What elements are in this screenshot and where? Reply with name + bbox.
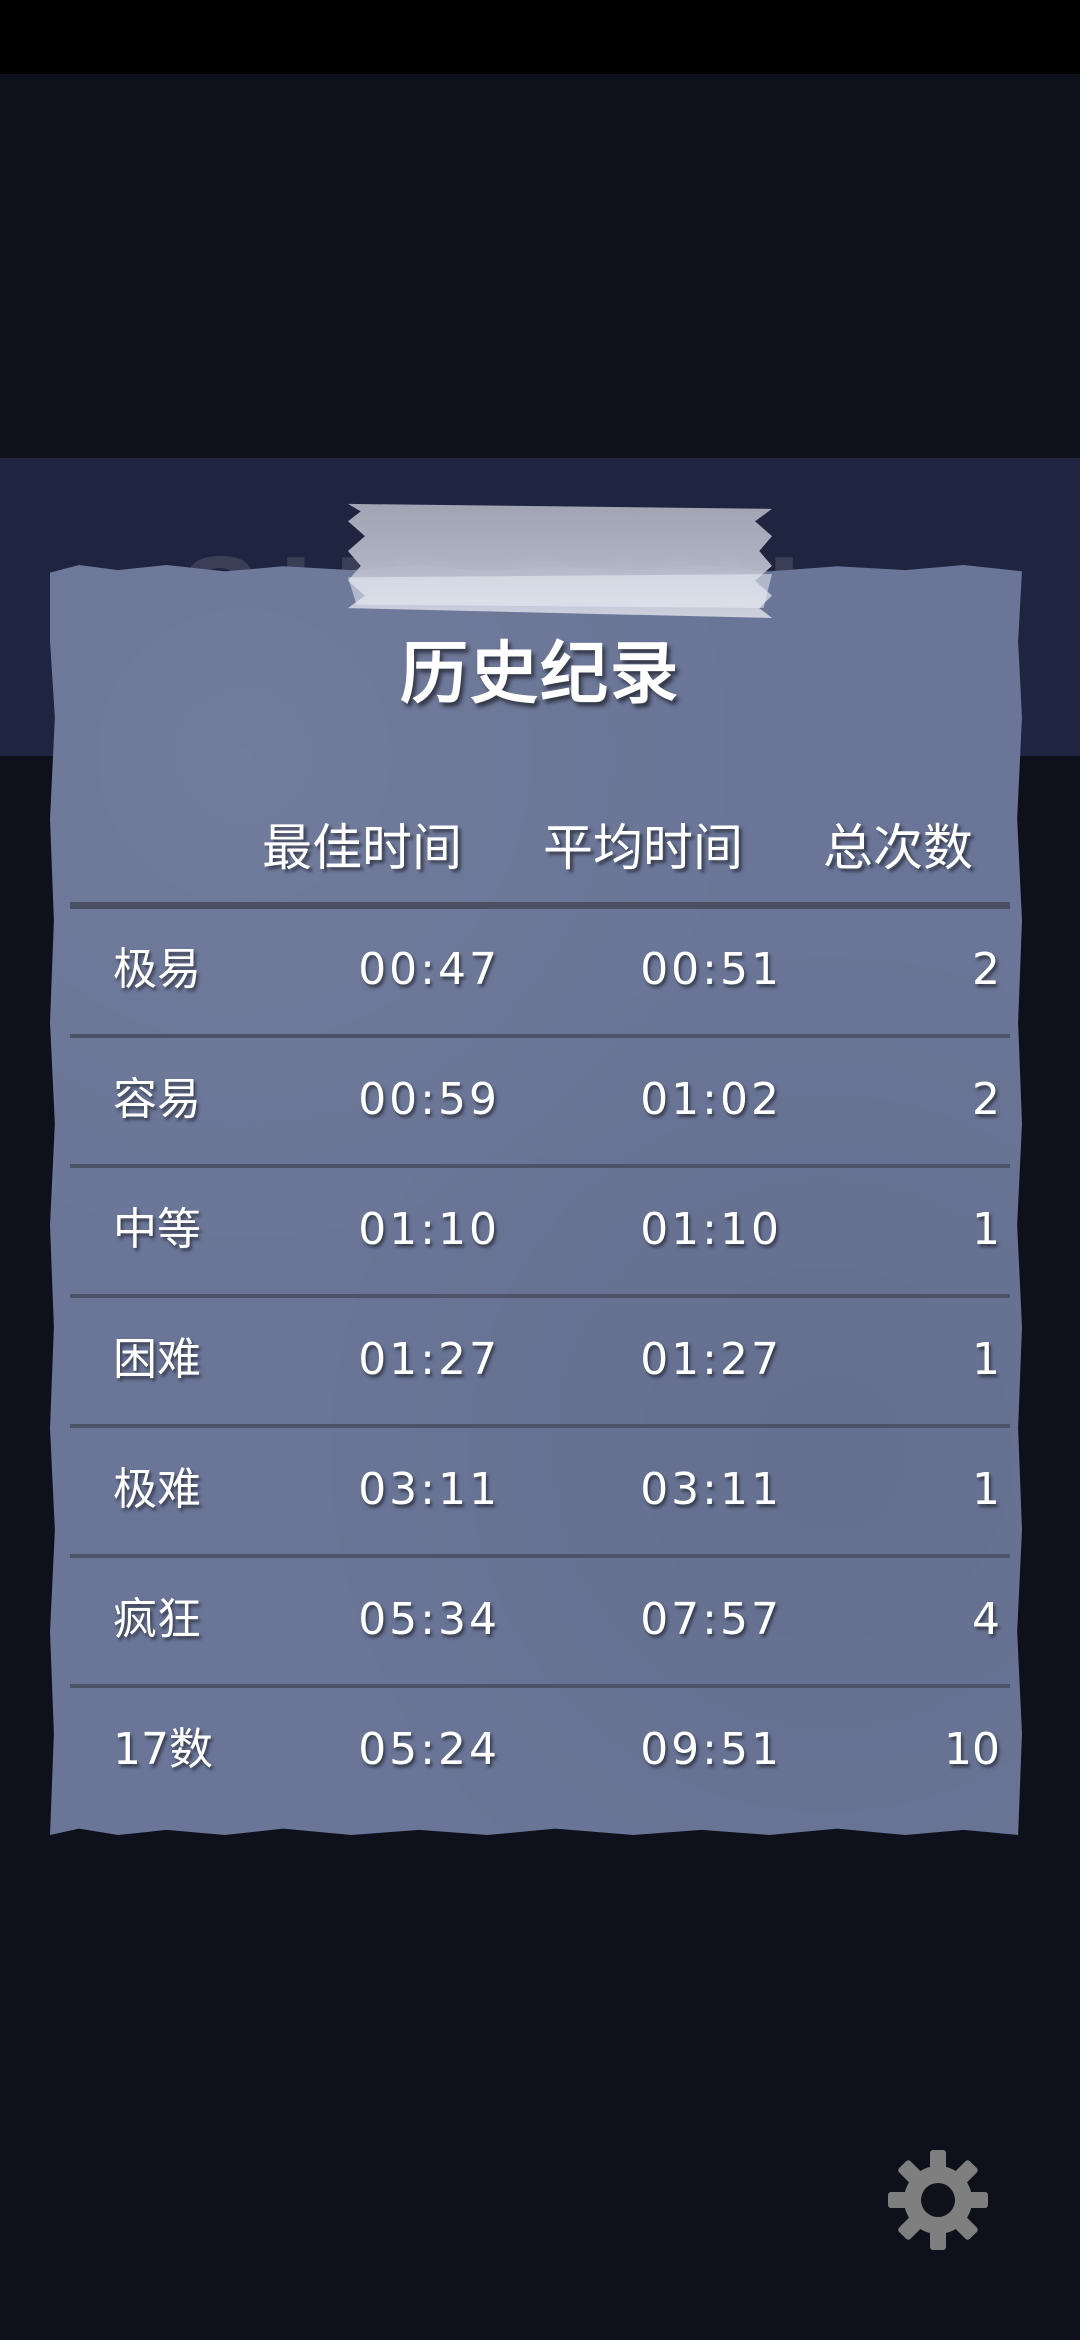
total-count-value: 2 [972,944,1000,995]
best-time-value: 05:24 [358,1724,500,1775]
best-time-value: 03:11 [358,1464,500,1515]
level-label: 极难 [113,1464,201,1515]
average-time-value: 01:27 [640,1334,782,1385]
total-count-value: 1 [972,1334,1000,1385]
header-divider [70,902,1010,909]
total-count-value: 10 [944,1724,1000,1775]
best-time-value: 01:27 [358,1334,500,1385]
level-label: 疯狂 [113,1594,201,1645]
level-label: 17数 [113,1724,213,1775]
average-time-value: 01:10 [640,1204,782,1255]
best-time-value: 01:10 [358,1204,500,1255]
row-divider [70,1684,1010,1688]
row-divider [70,1034,1010,1038]
best-time-value: 00:47 [358,944,500,995]
total-count-value: 1 [972,1204,1000,1255]
total-count-value: 4 [972,1594,1000,1645]
level-label: 中等 [113,1204,201,1255]
average-time-value: 03:11 [640,1464,782,1515]
row-divider [70,1294,1010,1298]
best-time-value: 00:59 [358,1074,500,1125]
tape-highlight [348,574,772,608]
row-divider [70,1554,1010,1558]
dialog-title: 历史纪录 [399,635,680,714]
column-header-best-time: 最佳时间 [262,819,462,877]
total-count-value: 1 [972,1464,1000,1515]
level-label: 极易 [113,944,201,995]
level-label: 容易 [113,1074,201,1125]
row-divider [70,1424,1010,1428]
average-time-value: 09:51 [640,1724,782,1775]
best-time-value: 05:34 [358,1594,500,1645]
column-header-total-count: 总次数 [823,819,973,877]
average-time-value: 01:02 [640,1074,782,1125]
column-header-average-time: 平均时间 [543,819,743,877]
status-bar [0,0,1080,74]
settings-button[interactable] [886,2148,990,2252]
average-time-value: 00:51 [640,944,782,995]
level-label: 困难 [113,1334,201,1385]
average-time-value: 07:57 [640,1594,782,1645]
row-divider [70,1164,1010,1168]
gear-icon [888,2150,988,2250]
total-count-value: 2 [972,1074,1000,1125]
screen: SUDOKU 历史纪录 最佳时间 平均时间 总次数 极易00:4700:512容… [0,0,1080,2340]
